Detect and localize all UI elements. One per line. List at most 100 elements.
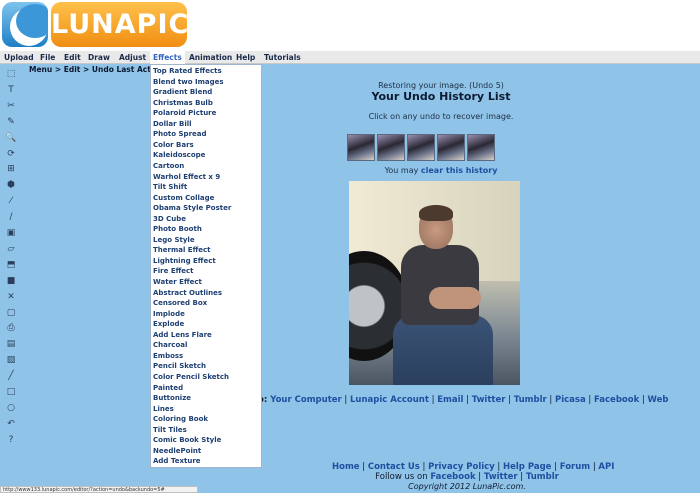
effect-christmas-bulb[interactable]: Christmas Bulb (153, 98, 213, 109)
upload-link-facebook[interactable]: Facebook (594, 395, 639, 405)
scissors-icon[interactable]: ✂ (4, 100, 18, 112)
effect-3d-cube[interactable]: 3D Cube (153, 214, 186, 225)
undo-thumbnail[interactable] (407, 134, 435, 161)
crop-icon[interactable]: ⊞ (4, 163, 18, 175)
print-icon[interactable]: ⎙ (4, 322, 18, 334)
effect-abstract-outlines[interactable]: Abstract Outlines (153, 288, 222, 299)
effect-add-lens-flare[interactable]: Add Lens Flare (153, 330, 212, 341)
menu-upload[interactable]: Upload (1, 51, 37, 64)
upload-link-tumblr[interactable]: Tumblr (514, 395, 547, 405)
upload-link-web[interactable]: Web (648, 395, 669, 405)
clear-history-link[interactable]: clear this history (421, 166, 498, 175)
layers-icon[interactable]: ▤ (4, 338, 18, 350)
effect-photo-spread[interactable]: Photo Spread (153, 129, 207, 140)
effect-polaroid-picture[interactable]: Polaroid Picture (153, 108, 216, 119)
effect-lines[interactable]: Lines (153, 404, 174, 415)
main-image[interactable] (349, 181, 520, 385)
effect-charcoal[interactable]: Charcoal (153, 340, 187, 351)
pencil-icon[interactable]: ✎ (4, 116, 18, 128)
effect-custom-collage[interactable]: Custom Collage (153, 193, 214, 204)
footer-link-privacy-policy[interactable]: Privacy Policy (428, 462, 495, 472)
undo-thumbnail[interactable] (467, 134, 495, 161)
effect-lightning-effect[interactable]: Lightning Effect (153, 256, 216, 267)
effect-blend-two-images[interactable]: Blend two Images (153, 77, 224, 88)
effect-thermal-effect[interactable]: Thermal Effect (153, 245, 211, 256)
open-icon[interactable]: ⬒ (4, 259, 18, 271)
undo-thumbnail[interactable] (377, 134, 405, 161)
effect-comic-book-style[interactable]: Comic Book Style (153, 435, 221, 446)
rotate-icon[interactable]: ⟳ (4, 148, 18, 160)
paint-bucket-icon[interactable]: ⬢ (4, 179, 18, 191)
effect-pencil-sketch[interactable]: Pencil Sketch (153, 361, 206, 372)
help-icon[interactable]: ? (4, 434, 18, 446)
upload-link-lunapic-account[interactable]: Lunapic Account (350, 395, 429, 405)
effect-painted[interactable]: Painted (153, 383, 183, 394)
new-icon[interactable]: ▢ (4, 307, 18, 319)
select-icon[interactable]: ⬚ (4, 68, 18, 80)
effect-needlepoint[interactable]: NeedlePoint (153, 446, 201, 457)
footer-copyright: Copyright 2012 LunaPic.com. (408, 482, 526, 491)
upload-link-picasa[interactable]: Picasa (555, 395, 586, 405)
effect-emboss[interactable]: Emboss (153, 351, 183, 362)
undo-thumbnail[interactable] (437, 134, 465, 161)
footer-link-home[interactable]: Home (332, 462, 360, 472)
effect-dollar-bill[interactable]: Dollar Bill (153, 119, 192, 130)
eyedropper-icon[interactable]: ⁄ (4, 195, 18, 207)
effect-kaleidoscope[interactable]: Kaleidoscope (153, 150, 205, 161)
line-icon[interactable]: ╱ (4, 370, 18, 382)
copy-icon[interactable]: ▧ (4, 354, 18, 366)
separator: | (517, 472, 526, 482)
effect-fire-effect[interactable]: Fire Effect (153, 266, 194, 277)
upload-link-email[interactable]: Email (437, 395, 463, 405)
footer-link-help-page[interactable]: Help Page (503, 462, 551, 472)
upload-link-twitter[interactable]: Twitter (472, 395, 506, 405)
save-icon[interactable]: ■ (4, 275, 18, 287)
logo-wordmark: LUNAPIC (51, 2, 188, 47)
footer-link-contact-us[interactable]: Contact Us (368, 462, 420, 472)
effect-color-pencil-sketch[interactable]: Color Pencil Sketch (153, 372, 229, 383)
zoom-icon[interactable]: 🔍 (4, 132, 18, 144)
effect-warhol-effect-x-9[interactable]: Warhol Effect x 9 (153, 172, 220, 183)
effect-obama-style-poster[interactable]: Obama Style Poster (153, 203, 231, 214)
eraser-icon[interactable]: ▱ (4, 243, 18, 255)
close-icon[interactable]: ✕ (4, 291, 18, 303)
effect-lego-style[interactable]: Lego Style (153, 235, 195, 246)
effect-coloring-book[interactable]: Coloring Book (153, 414, 208, 425)
menu-tutorials[interactable]: Tutorials (261, 51, 304, 64)
effect-explode[interactable]: Explode (153, 319, 184, 330)
effect-color-bars[interactable]: Color Bars (153, 140, 194, 151)
upload-destinations: o: Your Computer | Lunapic Account | Ema… (258, 395, 668, 405)
footer-link-api[interactable]: API (598, 462, 614, 472)
follow-link-facebook[interactable]: Facebook (430, 472, 475, 482)
effect-top-rated-effects[interactable]: Top Rated Effects (153, 66, 222, 77)
effect-add-texture[interactable]: Add Texture (153, 456, 201, 467)
image-icon[interactable]: ▣ (4, 227, 18, 239)
lunapic-logo[interactable]: LUNAPIC (2, 2, 188, 47)
menu-draw[interactable]: Draw (85, 51, 113, 64)
effect-cartoon[interactable]: Cartoon (153, 161, 184, 172)
menu-file[interactable]: File (37, 51, 58, 64)
menu-effects[interactable]: Effects (150, 51, 185, 64)
effect-buttonize[interactable]: Buttonize (153, 393, 191, 404)
rectangle-icon[interactable]: □ (4, 386, 18, 398)
menu-help[interactable]: Help (233, 51, 258, 64)
effect-implode[interactable]: Implode (153, 309, 185, 320)
effect-tilt-tiles[interactable]: Tilt Tiles (153, 425, 187, 436)
follow-link-twitter[interactable]: Twitter (484, 472, 518, 482)
text-icon[interactable]: T (4, 84, 18, 96)
menu-animation[interactable]: Animation (186, 51, 235, 64)
effect-censored-box[interactable]: Censored Box (153, 298, 207, 309)
effect-photo-booth[interactable]: Photo Booth (153, 224, 202, 235)
effect-tilt-shift[interactable]: Tilt Shift (153, 182, 187, 193)
undo-icon[interactable]: ↶ (4, 418, 18, 430)
menu-edit[interactable]: Edit (61, 51, 84, 64)
menu-adjust[interactable]: Adjust (116, 51, 149, 64)
circle-icon[interactable]: ○ (4, 402, 18, 414)
undo-thumbnail[interactable] (347, 134, 375, 161)
follow-link-tumblr[interactable]: Tumblr (526, 472, 559, 482)
effect-gradient-blend[interactable]: Gradient Blend (153, 87, 212, 98)
brush-icon[interactable]: ∕ (4, 211, 18, 223)
upload-link-your-computer[interactable]: Your Computer (270, 395, 342, 405)
effect-water-effect[interactable]: Water Effect (153, 277, 202, 288)
footer-link-forum[interactable]: Forum (560, 462, 590, 472)
